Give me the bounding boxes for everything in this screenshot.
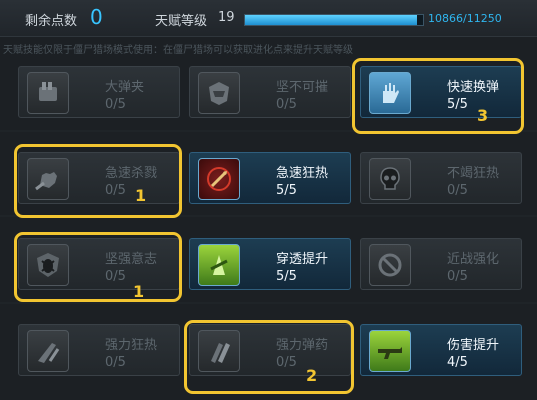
talent-value: 4/5 [447, 355, 468, 370]
talent-value: 0/5 [447, 269, 468, 284]
talent-card-rapid-frenzy[interactable]: 急速狂热 5/5 [189, 152, 351, 204]
annotation-number: 1 [135, 186, 147, 205]
talent-card-indestructible[interactable]: 坚不可摧 0/5 [189, 66, 351, 118]
talent-value: 0/5 [447, 183, 468, 198]
talent-value: 0/5 [105, 97, 126, 112]
talent-level-label: 天赋等级 [155, 14, 208, 29]
xp-progress-bar [244, 14, 424, 26]
talent-card-power-frenzy[interactable]: 强力狂热 0/5 [18, 324, 180, 376]
xp-text: 10866/11250 [428, 12, 502, 25]
magazine-icon [27, 72, 69, 114]
talent-name: 急速狂热 [276, 166, 329, 181]
talent-name: 大弹夹 [105, 80, 145, 95]
talent-value: 5/5 [276, 183, 297, 198]
talent-name: 近战强化 [447, 252, 500, 267]
annotation-outline [184, 320, 354, 394]
talent-name: 不竭狂热 [447, 166, 500, 181]
talent-card-endless-frenzy[interactable]: 不竭狂热 0/5 [360, 152, 522, 204]
talent-value: 5/5 [276, 269, 297, 284]
talent-name: 伤害提升 [447, 338, 500, 353]
melee-icon [369, 244, 411, 286]
annotation-outline [14, 232, 182, 302]
top-bar: 剩余点数 0 天赋等级 19 10866/11250 [0, 0, 537, 37]
skull-icon [369, 158, 411, 200]
talent-level-value: 19 [218, 10, 235, 25]
talent-value: 0/5 [276, 97, 297, 112]
damage-gun-icon [369, 330, 411, 372]
points-label: 剩余点数 [25, 14, 78, 29]
talent-name: 穿透提升 [276, 252, 329, 267]
talent-name: 坚不可摧 [276, 80, 329, 95]
notice-text: 天赋技能仅限于僵尸猎场模式使用：在僵尸猎场可以获取进化点来提升天赋等级 [3, 45, 353, 56]
frenzy-icon [198, 158, 240, 200]
armor-icon [198, 72, 240, 114]
xp-progress-fill [245, 15, 417, 25]
talent-card-penetration-up[interactable]: 穿透提升 5/5 [189, 238, 351, 290]
talent-name: 强力狂热 [105, 338, 158, 353]
annotation-outline [352, 58, 524, 134]
talent-value: 0/5 [105, 355, 126, 370]
annotation-number: 1 [133, 282, 145, 301]
talent-card-melee-boost[interactable]: 近战强化 0/5 [360, 238, 522, 290]
talent-card-damage-up[interactable]: 伤害提升 4/5 [360, 324, 522, 376]
points-value: 0 [90, 5, 103, 29]
annotation-number: 3 [477, 106, 489, 125]
annotation-outline [14, 144, 182, 218]
penetration-icon [198, 244, 240, 286]
talent-card-big-magazine[interactable]: 大弹夹 0/5 [18, 66, 180, 118]
power-frenzy-icon [27, 330, 69, 372]
annotation-number: 2 [306, 366, 318, 385]
